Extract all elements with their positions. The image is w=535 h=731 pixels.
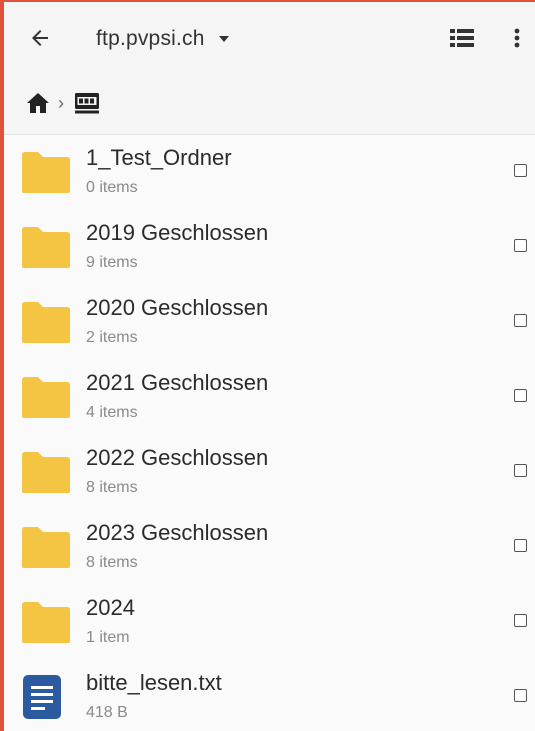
- folder-row[interactable]: 2019 Geschlossen 9 items: [4, 210, 535, 285]
- item-meta: 0 items: [86, 179, 138, 196]
- select-checkbox[interactable]: [514, 389, 527, 402]
- more-vert-icon: [514, 28, 520, 48]
- breadcrumb-home[interactable]: [24, 89, 52, 117]
- folder-icon: [20, 224, 72, 270]
- text-file-icon: [20, 674, 72, 720]
- server-title: ftp.pvpsi.ch: [96, 27, 205, 50]
- item-meta: 8 items: [86, 554, 138, 571]
- item-meta: 4 items: [86, 404, 138, 421]
- folder-icon: [20, 149, 72, 195]
- folder-icon: [20, 599, 72, 645]
- select-checkbox[interactable]: [514, 689, 527, 702]
- breadcrumb: ›: [4, 72, 535, 135]
- folder-icon: [20, 449, 72, 495]
- select-checkbox[interactable]: [514, 239, 527, 252]
- file-row[interactable]: bitte_lesen.txt 418 B: [4, 660, 535, 731]
- folder-row[interactable]: 2022 Geschlossen 8 items: [4, 435, 535, 510]
- breadcrumb-separator: ›: [58, 92, 64, 113]
- item-name: 2021 Geschlossen: [86, 370, 269, 395]
- item-meta: 9 items: [86, 254, 138, 271]
- item-name: 2019 Geschlossen: [86, 220, 269, 245]
- select-checkbox[interactable]: [514, 164, 527, 177]
- folder-row[interactable]: 2021 Geschlossen 4 items: [4, 360, 535, 435]
- item-name: 2024: [86, 595, 135, 620]
- folder-row[interactable]: 2020 Geschlossen 2 items: [4, 285, 535, 360]
- folder-icon: [20, 524, 72, 570]
- file-list: 1_Test_Ordner 0 items 2019 Geschlossen 9 it…: [4, 135, 535, 731]
- item-name: 2020 Geschlossen: [86, 295, 269, 320]
- folder-icon: [20, 374, 72, 420]
- item-name: bitte_lesen.txt: [86, 670, 222, 695]
- folder-row[interactable]: 2023 Geschlossen 8 items: [4, 510, 535, 585]
- breadcrumb-ftp-root[interactable]: [72, 89, 102, 117]
- select-checkbox[interactable]: [514, 314, 527, 327]
- item-name: 1_Test_Ordner: [86, 145, 232, 170]
- back-button[interactable]: [22, 20, 58, 56]
- select-checkbox[interactable]: [514, 614, 527, 627]
- ftp-server-icon: [75, 93, 99, 114]
- select-checkbox[interactable]: [514, 464, 527, 477]
- item-name: 2023 Geschlossen: [86, 520, 269, 545]
- view-toggle-button[interactable]: [444, 22, 480, 54]
- list-view-icon: [450, 29, 474, 47]
- item-meta: 418 B: [86, 704, 128, 721]
- item-meta: 1 item: [86, 629, 130, 646]
- folder-row[interactable]: 1_Test_Ordner 0 items: [4, 135, 535, 210]
- item-meta: 8 items: [86, 479, 138, 496]
- folder-row[interactable]: 2024 1 item: [4, 585, 535, 660]
- more-options-button[interactable]: [502, 22, 532, 54]
- item-name: 2022 Geschlossen: [86, 445, 269, 470]
- select-checkbox[interactable]: [514, 539, 527, 552]
- caret-down-icon: [218, 36, 229, 42]
- arrow-left-icon: [32, 30, 48, 46]
- server-selector[interactable]: ftp.pvpsi.ch: [96, 24, 229, 54]
- folder-icon: [20, 299, 72, 345]
- app-bar: ftp.pvpsi.ch: [4, 2, 535, 72]
- app-frame: ftp.pvpsi.ch › 1_Test_Ordner 0 items 201…: [0, 0, 535, 731]
- home-icon: [27, 93, 49, 113]
- item-meta: 2 items: [86, 329, 138, 346]
